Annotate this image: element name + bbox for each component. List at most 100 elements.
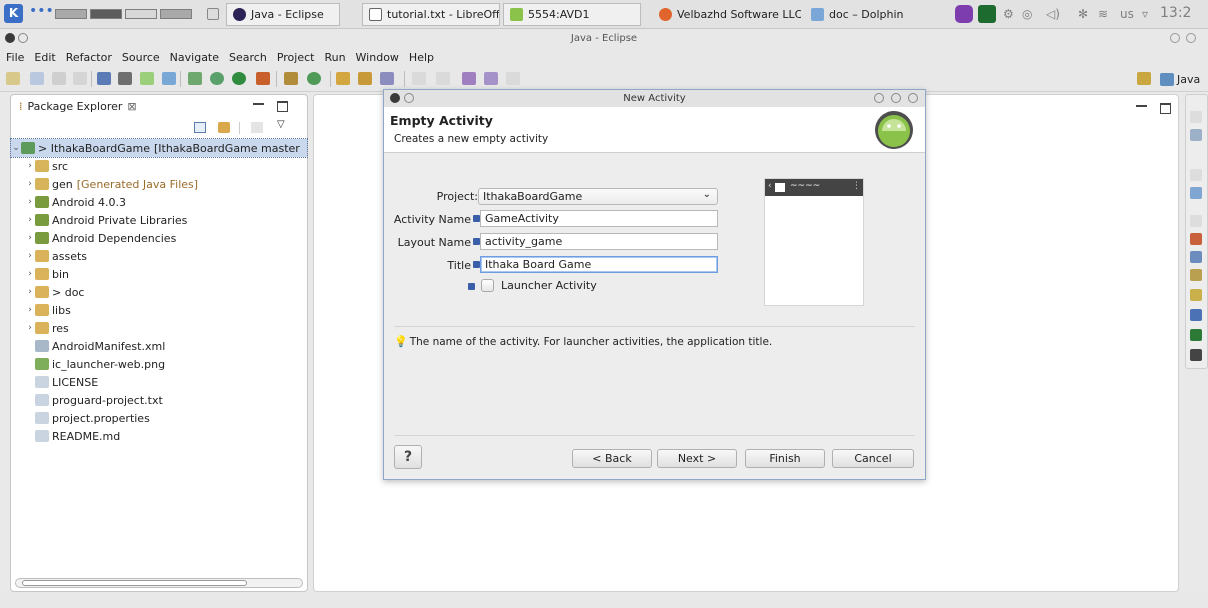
menu-navigate[interactable]: Navigate — [164, 48, 223, 66]
dialog-close-button[interactable] — [908, 93, 918, 103]
tab-close-icon[interactable]: ⊠ — [127, 100, 136, 114]
wifi-icon[interactable]: ≋ — [1098, 7, 1108, 21]
expanded-arrow-icon[interactable]: ⌄ — [11, 143, 21, 153]
task-list-icon[interactable] — [1190, 187, 1202, 199]
network-icon[interactable]: ◎ — [1022, 7, 1032, 21]
trash-icon[interactable] — [207, 8, 219, 20]
collapsed-arrow-icon[interactable]: › — [25, 269, 35, 279]
progress-icon[interactable] — [1190, 309, 1202, 321]
save-icon[interactable] — [30, 72, 44, 85]
print-icon[interactable] — [73, 72, 87, 85]
back-button[interactable]: < Back — [572, 449, 652, 468]
open-perspective-icon[interactable] — [1137, 72, 1151, 85]
tray-tools-icon[interactable]: ⚙ — [1003, 7, 1014, 21]
launcher-activity-checkbox[interactable] — [481, 279, 494, 292]
focus-icon[interactable] — [251, 122, 263, 133]
search-icon[interactable] — [380, 72, 394, 85]
task-libreoffice[interactable]: tutorial.txt - LibreOffic — [362, 3, 500, 26]
menu-edit[interactable]: Edit — [28, 48, 59, 66]
tree-item[interactable]: › res — [11, 319, 307, 337]
run-icon[interactable] — [232, 72, 246, 85]
forward-icon[interactable] — [506, 72, 520, 85]
java-perspective-button[interactable]: Java — [1160, 70, 1200, 88]
project-select[interactable]: IthakaBoardGame ⌄ — [478, 188, 718, 205]
info-icon[interactable] — [473, 238, 480, 245]
lint-icon[interactable] — [140, 72, 154, 85]
clock[interactable]: 13:2 — [1160, 5, 1191, 21]
open-type-icon[interactable] — [336, 72, 350, 85]
layout-name-field[interactable]: activity_game — [480, 233, 718, 250]
cancel-button[interactable]: Cancel — [832, 449, 914, 468]
dialog-menu-icon[interactable] — [404, 93, 414, 103]
launcher-info-icon[interactable] — [468, 283, 475, 290]
window-menu-icon[interactable] — [18, 33, 28, 43]
collapse-all-icon[interactable] — [194, 122, 206, 133]
desktop-pager-4[interactable] — [160, 9, 192, 19]
minimize-view-icon[interactable] — [253, 103, 264, 106]
external-tools-icon[interactable] — [256, 72, 270, 85]
collapsed-arrow-icon[interactable]: › — [25, 161, 35, 171]
restore-task-icon[interactable] — [1190, 169, 1202, 181]
maximize-view-icon[interactable] — [277, 101, 288, 112]
debug-icon[interactable] — [210, 72, 224, 85]
more-icon[interactable]: ••• — [29, 4, 54, 18]
tree-project[interactable]: ⌄ > IthakaBoardGame [IthakaBoardGame mas… — [10, 138, 308, 158]
window-close-icon[interactable] — [5, 33, 15, 43]
problems-icon[interactable] — [1190, 233, 1202, 245]
outline-icon[interactable] — [1190, 129, 1202, 141]
tree-item[interactable]: LICENSE — [11, 373, 307, 391]
menu-help[interactable]: Help — [403, 48, 438, 66]
collapsed-arrow-icon[interactable]: › — [25, 197, 35, 207]
tree-item[interactable]: › > doc — [11, 283, 307, 301]
dialog-close-icon[interactable] — [390, 93, 400, 103]
back-icon[interactable] — [484, 72, 498, 85]
viber-icon[interactable] — [955, 5, 973, 23]
volume-icon[interactable]: ◁) — [1046, 7, 1060, 21]
menu-source[interactable]: Source — [116, 48, 164, 66]
editor-minimize-icon[interactable] — [1136, 105, 1147, 108]
open-task-icon[interactable] — [358, 72, 372, 85]
tree-item[interactable]: › Android Dependencies — [11, 229, 307, 247]
dialog-maximize-icon[interactable] — [891, 93, 901, 103]
menu-run[interactable]: Run — [318, 48, 349, 66]
editor-maximize-icon[interactable] — [1160, 103, 1171, 114]
new-java-class-icon[interactable] — [307, 72, 321, 85]
android-sdk-icon[interactable] — [97, 72, 111, 85]
tree-item[interactable]: project.properties — [11, 409, 307, 427]
window-maximize-icon[interactable] — [1186, 33, 1196, 43]
menu-window[interactable]: Window — [350, 48, 403, 66]
menu-search[interactable]: Search — [223, 48, 271, 66]
app-launcher-icon[interactable]: K — [4, 4, 23, 23]
restore-problems-icon[interactable] — [1190, 215, 1202, 227]
activity-name-field[interactable]: GameActivity — [480, 210, 718, 227]
console-icon[interactable] — [1190, 289, 1202, 301]
desktop-pager-3[interactable] — [125, 9, 157, 19]
view-menu-icon[interactable]: ▽ — [277, 119, 285, 130]
desktop-pager-2[interactable] — [90, 9, 122, 19]
tree-item[interactable]: › src — [11, 157, 307, 175]
horizontal-scrollbar[interactable] — [15, 578, 303, 588]
title-field[interactable]: Ithaka Board Game — [480, 256, 718, 273]
tree-item[interactable]: › Android 4.0.3 — [11, 193, 307, 211]
tree-item[interactable]: › assets — [11, 247, 307, 265]
package-explorer-tab[interactable]: ⁞ Package Explorer ⊠ — [11, 95, 307, 119]
task-avd[interactable]: 5554:AVD1 — [503, 3, 641, 26]
window-minimize-icon[interactable] — [1170, 33, 1180, 43]
keyboard-layout[interactable]: us — [1120, 7, 1134, 21]
restore-outline-icon[interactable] — [1190, 111, 1202, 123]
task-browser[interactable]: Velbazhd Software LLC — [652, 3, 802, 26]
tree-item[interactable]: › gen [Generated Java Files] — [11, 175, 307, 193]
tree-item[interactable]: › bin — [11, 265, 307, 283]
menu-refactor[interactable]: Refactor — [60, 48, 116, 66]
tree-item[interactable]: ic_launcher-web.png — [11, 355, 307, 373]
task-eclipse[interactable]: Java - Eclipse — [226, 3, 340, 26]
dialog-minimize-icon[interactable] — [874, 93, 884, 103]
android-project-icon[interactable] — [162, 72, 176, 85]
collapsed-arrow-icon[interactable]: › — [25, 233, 35, 243]
save-all-icon[interactable] — [52, 72, 66, 85]
collapsed-arrow-icon[interactable]: › — [25, 215, 35, 225]
tray-expand-icon[interactable]: ▿ — [1142, 7, 1148, 21]
collapsed-arrow-icon[interactable]: › — [25, 323, 35, 333]
collapsed-arrow-icon[interactable]: › — [25, 179, 35, 189]
info-icon[interactable] — [473, 261, 480, 268]
